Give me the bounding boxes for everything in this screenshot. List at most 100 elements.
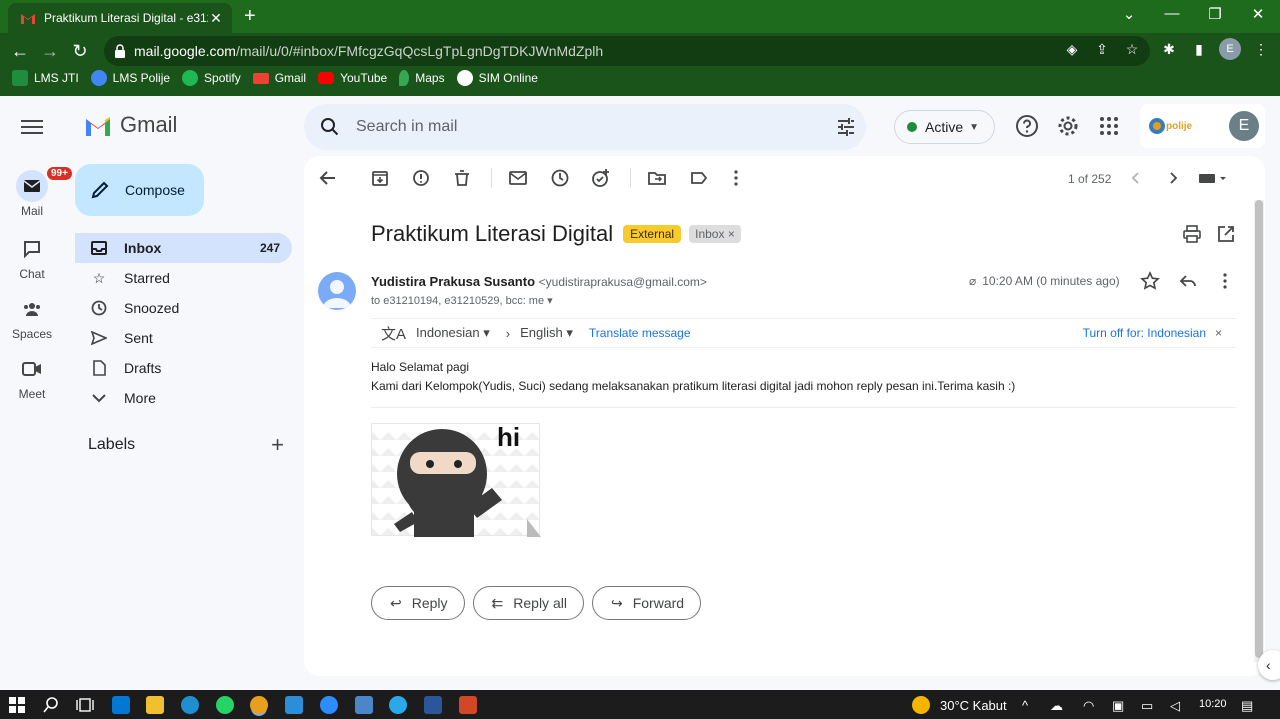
extensions-icon[interactable]: ✱ (1159, 41, 1179, 58)
share-icon[interactable]: ⇪ (1092, 41, 1112, 58)
word-icon[interactable] (424, 696, 442, 714)
wifi-icon[interactable]: ◠ (1083, 698, 1094, 714)
bookmark-youtube[interactable]: YouTube (318, 71, 387, 85)
sidebar-item-drafts[interactable]: Drafts (75, 353, 292, 383)
search-icon[interactable] (320, 117, 340, 137)
chrome-taskbar-icon[interactable] (250, 696, 268, 714)
help-icon[interactable] (1015, 114, 1039, 138)
bookmark-gmail[interactable]: Gmail (252, 71, 306, 85)
search-options-icon[interactable] (826, 117, 866, 137)
powerpoint-icon[interactable] (459, 696, 477, 714)
older-chevron-right-icon[interactable] (1163, 168, 1183, 188)
tab-close-icon[interactable]: ✕ (208, 10, 224, 27)
chrome-menu-icon[interactable]: ⋮ (1251, 41, 1271, 58)
tab-search-icon[interactable]: ⌄ (1117, 5, 1141, 23)
volume-icon[interactable]: ◁ (1170, 698, 1180, 714)
clock[interactable]: 10:20 (1199, 698, 1227, 710)
compose-button[interactable]: Compose (75, 164, 204, 216)
report-spam-icon[interactable] (411, 168, 431, 188)
sidebar-item-snoozed[interactable]: Snoozed (75, 293, 292, 323)
reply-arrow-icon[interactable] (1178, 271, 1198, 291)
back-icon[interactable]: ← (8, 39, 32, 63)
apps-grid-icon[interactable] (1097, 114, 1121, 138)
account-avatar[interactable]: E (1229, 111, 1259, 141)
details-dropdown-icon[interactable]: ▾ (547, 295, 553, 307)
snooze-clock-icon[interactable] (550, 168, 570, 188)
back-arrow-icon[interactable] (318, 168, 338, 188)
browser-tab[interactable]: Praktikum Literasi Digital - e3121 ✕ (8, 3, 232, 33)
weather-icon[interactable] (912, 696, 930, 714)
gmail-logo[interactable]: Gmail (84, 112, 177, 138)
forward-button[interactable]: ↪ Forward (591, 586, 702, 620)
newer-chevron-left-icon[interactable] (1126, 168, 1146, 188)
windows-start-icon[interactable] (8, 696, 26, 714)
bookmark-maps[interactable]: Maps (399, 70, 445, 86)
input-tools-keyboard-icon[interactable] (1198, 168, 1230, 188)
delete-trash-icon[interactable] (452, 168, 472, 188)
remove-label-icon[interactable]: × (728, 227, 735, 241)
tray-overflow-chevron-icon[interactable]: ^ (1022, 698, 1028, 713)
profile-avatar[interactable]: E (1219, 38, 1241, 60)
close-translate-icon[interactable]: × (1215, 326, 1222, 340)
open-new-window-icon[interactable] (1216, 224, 1236, 244)
account-switcher[interactable]: polije E (1140, 104, 1265, 148)
reply-button[interactable]: ↩ Reply (371, 586, 465, 620)
battery-icon[interactable]: ▭ (1141, 698, 1153, 714)
search-input[interactable]: Search in mail (356, 118, 826, 136)
scrollbar-thumb[interactable] (1255, 200, 1263, 658)
eye-icon[interactable]: ◈ (1062, 41, 1082, 58)
print-icon[interactable] (1182, 224, 1202, 244)
display-icon[interactable]: ▣ (1112, 698, 1124, 714)
move-to-folder-icon[interactable] (647, 168, 667, 188)
telegram-icon[interactable] (389, 696, 407, 714)
weather-text[interactable]: 30°C Kabut (940, 698, 1007, 713)
address-bar[interactable]: mail.google.com/mail/u/0/#inbox/FMfcgzGq… (104, 36, 1150, 66)
edge-browser-icon[interactable] (181, 696, 199, 714)
bookmark-sim-online[interactable]: SIM Online (456, 70, 538, 86)
sidebar-item-inbox[interactable]: Inbox 247 (75, 233, 292, 263)
taskbar-search-icon[interactable] (42, 696, 60, 714)
translate-message-link[interactable]: Translate message (589, 326, 691, 340)
side-panel-icon[interactable]: ▮ (1189, 41, 1209, 58)
rail-spaces[interactable]: Spaces (0, 293, 64, 341)
mail-app-icon[interactable] (112, 696, 130, 714)
restore-button[interactable]: ❐ (1203, 5, 1227, 23)
security-shield-icon[interactable] (355, 696, 373, 714)
recipients-line[interactable]: to e31210194, e31210529, bcc: me ▾ (371, 294, 553, 307)
turn-off-translate-link[interactable]: Turn off for: Indonesian (1083, 326, 1206, 340)
sidebar-item-more[interactable]: More (75, 383, 292, 413)
rail-mail[interactable]: 99+ Mail (0, 166, 73, 218)
new-tab-button[interactable]: + (244, 6, 256, 26)
settings-gear-icon[interactable] (1056, 114, 1080, 138)
star-message-icon[interactable] (1140, 271, 1160, 291)
target-language-select[interactable]: English ▾ (520, 325, 573, 341)
onedrive-cloud-icon[interactable]: ☁ (1050, 698, 1063, 714)
mark-unread-icon[interactable] (508, 168, 528, 188)
rail-chat[interactable]: Chat (0, 233, 64, 281)
label-tag-icon[interactable] (689, 168, 709, 188)
more-vert-icon[interactable] (726, 168, 746, 188)
bookmark-star-icon[interactable]: ☆ (1122, 41, 1142, 58)
show-side-panel-icon[interactable]: ‹ (1258, 650, 1280, 680)
status-dropdown[interactable]: Active ▼ (894, 110, 995, 144)
sidebar-item-sent[interactable]: Sent (75, 323, 292, 353)
archive-icon[interactable] (370, 168, 390, 188)
message-more-vert-icon[interactable] (1215, 271, 1235, 291)
search-bar[interactable]: Search in mail (304, 104, 866, 150)
bookmark-spotify[interactable]: Spotify (182, 70, 241, 86)
task-view-icon[interactable] (76, 696, 94, 714)
forward-icon[interactable]: → (38, 39, 62, 63)
notifications-icon[interactable]: ▤ (1241, 698, 1253, 714)
reload-icon[interactable]: ↻ (68, 39, 92, 63)
vscode-icon[interactable] (285, 696, 303, 714)
add-to-tasks-icon[interactable] (591, 168, 611, 188)
reply-all-button[interactable]: ⇇ Reply all (472, 586, 584, 620)
add-label-button[interactable]: + (271, 432, 284, 458)
file-explorer-icon[interactable] (146, 696, 164, 714)
zoom-icon[interactable] (320, 696, 338, 714)
whatsapp-icon[interactable] (216, 696, 234, 714)
minimize-button[interactable]: — (1160, 5, 1184, 22)
rail-meet[interactable]: Meet (0, 353, 64, 401)
close-window-button[interactable]: ✕ (1246, 5, 1270, 23)
source-language-select[interactable]: Indonesian ▾ (416, 325, 490, 341)
